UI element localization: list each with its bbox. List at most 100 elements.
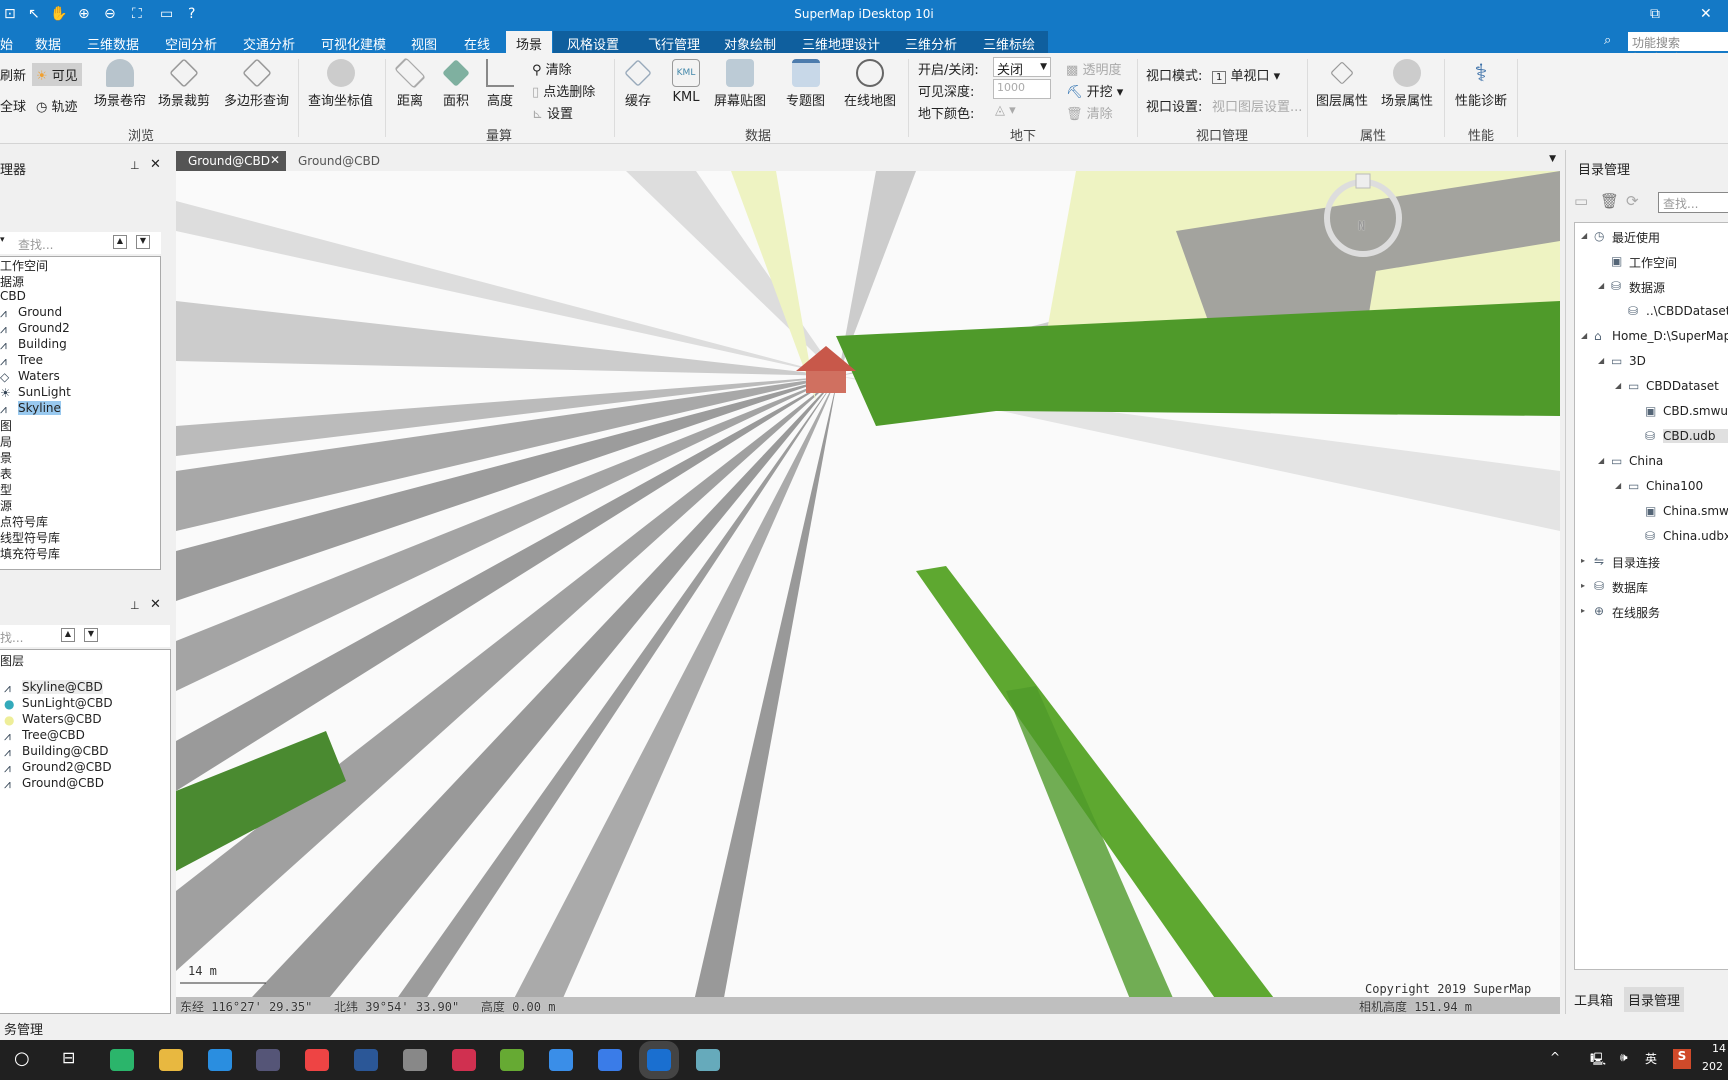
catalog-item[interactable]: China100 <box>1646 479 1703 493</box>
clock-date[interactable]: 202 <box>1702 1060 1723 1073</box>
catalog-item[interactable]: Home_D:\SuperMap\Su <box>1612 329 1728 343</box>
layer-item[interactable]: SunLight@CBD <box>22 696 113 710</box>
scene-properties-button[interactable]: 场景属性 <box>1381 59 1433 109</box>
chevron-up-icon[interactable]: ^ <box>1550 1050 1560 1064</box>
layer-item[interactable]: Ground@CBD <box>22 776 104 790</box>
network-icon[interactable]: 🖳 <box>1590 1050 1606 1071</box>
task-view-icon[interactable]: ⊟ <box>62 1048 75 1067</box>
fill-color-icon[interactable]: ◬ ▾ <box>995 103 1016 118</box>
height-button[interactable]: 高度 <box>486 59 514 109</box>
catalog-item[interactable]: 工作空间 <box>1629 254 1677 271</box>
taskbar-app-app-5-icon[interactable] <box>207 1049 232 1071</box>
catalog-item[interactable]: 最近使用 <box>1612 229 1660 246</box>
tree-item[interactable]: Building <box>18 337 67 351</box>
performance-diagnose-button[interactable]: ⚕ 性能诊断 <box>1455 59 1507 109</box>
search-input[interactable]: 找... <box>0 629 23 646</box>
underground-toggle-select[interactable]: 关闭 ▼ <box>993 57 1051 78</box>
tab-3d-analysis[interactable]: 三维分析 <box>905 34 957 53</box>
tree-item[interactable]: 景 <box>0 449 12 466</box>
transparency-button[interactable]: ▩ 透明度 <box>1066 59 1121 78</box>
kml-button[interactable]: KML KML <box>672 59 700 105</box>
measure-clear-button[interactable]: ⚲ 清除 <box>532 59 572 78</box>
sogou-icon[interactable]: S <box>1673 1049 1691 1069</box>
collapsed-icon[interactable]: ▸ <box>1581 606 1585 615</box>
layer-item[interactable]: Ground2@CBD <box>22 760 112 774</box>
expanded-icon[interactable]: ◢ <box>1615 381 1621 390</box>
area-button[interactable]: 面积 <box>442 59 470 109</box>
tree-item[interactable]: 图 <box>0 417 12 434</box>
taskbar-app-pdf-icon[interactable] <box>451 1049 476 1071</box>
query-coord-button[interactable]: 查询坐标值 <box>308 59 373 109</box>
tree-item[interactable]: 线型符号库 <box>0 529 60 546</box>
trash-icon[interactable]: 🗑 <box>1600 192 1619 210</box>
layer-item[interactable]: Waters@CBD <box>22 712 102 726</box>
tab-data[interactable]: 数据 <box>35 34 61 53</box>
up-arrow-icon[interactable]: ▲ <box>113 235 127 249</box>
depth-input[interactable]: 1000 <box>993 79 1051 99</box>
scene-clip-button[interactable]: 场景裁剪 <box>158 58 210 109</box>
volume-icon[interactable]: 🕪 <box>1620 1050 1628 1065</box>
expanded-icon[interactable]: ◢ <box>1581 331 1587 340</box>
collapsed-icon[interactable]: ▸ <box>1581 581 1585 590</box>
taskbar-app-app-image-icon[interactable] <box>695 1049 720 1071</box>
cache-button[interactable]: 缓存 <box>624 59 652 109</box>
excavate-button[interactable]: ⛏ 开挖 ▾ <box>1066 81 1123 100</box>
catalog-item[interactable]: CBDDataset <box>1646 379 1719 393</box>
tab-draw-object[interactable]: 对象绘制 <box>724 34 776 53</box>
expanded-icon[interactable]: ◢ <box>1581 231 1587 240</box>
catalog-item[interactable]: 数据库 <box>1612 579 1648 596</box>
down-arrow-icon[interactable]: ▼ <box>84 628 98 642</box>
tab-spatial-analysis[interactable]: 空间分析 <box>165 34 217 53</box>
layer-properties-button[interactable]: 图层属性 <box>1316 59 1368 109</box>
catalog-search-input[interactable]: 查找... <box>1658 192 1728 213</box>
collapsed-icon[interactable]: ▸ <box>1581 556 1585 565</box>
expanded-icon[interactable]: ◢ <box>1598 356 1604 365</box>
clock-time[interactable]: 14 <box>1712 1042 1726 1055</box>
layers-root[interactable]: 图层 <box>0 652 24 669</box>
screen-texture-button[interactable]: 屏幕贴图 <box>714 59 766 109</box>
layer-item[interactable]: Building@CBD <box>22 744 109 758</box>
tree-item[interactable]: SunLight <box>18 385 71 399</box>
up-arrow-icon[interactable]: ▲ <box>61 628 75 642</box>
tab-3d-plotting[interactable]: 三维标绘 <box>983 34 1035 53</box>
tree-item[interactable]: 工作空间 <box>0 257 48 274</box>
tab-scene[interactable]: 场景 <box>506 31 553 53</box>
layer-item[interactable]: Skyline@CBD <box>22 680 103 694</box>
tab-3d-geodesign[interactable]: 三维地理设计 <box>802 34 880 53</box>
refresh-icon[interactable]: ⟳ <box>1626 192 1639 210</box>
catalog-item[interactable]: China.smwu <box>1663 504 1728 518</box>
track-button[interactable]: ◷ 轨迹 <box>36 96 78 115</box>
taskbar-app-word-icon[interactable] <box>354 1049 378 1071</box>
expanded-icon[interactable]: ◢ <box>1598 281 1604 290</box>
measure-settings-button[interactable]: ⊾ 设置 <box>532 103 573 122</box>
toolbox-tab[interactable]: 工具箱 <box>1574 990 1613 1009</box>
taskbar-app-chrome-icon[interactable] <box>305 1049 330 1071</box>
refresh-button[interactable]: 刷新 <box>0 65 26 84</box>
catalog-item[interactable]: ..\CBDDataset\C <box>1646 304 1728 318</box>
layer-search[interactable]: 找... ▲ ▼ <box>0 625 170 647</box>
function-search-input[interactable]: 功能搜索(Ctrl+F) <box>1628 32 1728 65</box>
viewport-mode-dropdown[interactable]: 1 单视口 ▾ <box>1212 65 1280 84</box>
tree-item[interactable]: 填充符号库 <box>0 545 60 562</box>
workspace-search[interactable]: ▾ 查找... ▲ ▼ <box>0 232 161 254</box>
tree-item[interactable]: Skyline <box>18 401 61 415</box>
catalog-item[interactable]: 3D <box>1629 354 1646 368</box>
polygon-query-button[interactable]: 多边形查询 <box>224 58 289 109</box>
tab-3d-data[interactable]: 三维数据 <box>87 34 139 53</box>
tab-traffic-analysis[interactable]: 交通分析 <box>243 34 295 53</box>
distance-button[interactable]: 距离 <box>394 57 426 109</box>
close-icon[interactable]: ✕ <box>1700 6 1712 22</box>
tab-flight[interactable]: 飞行管理 <box>648 34 700 53</box>
visible-button[interactable]: ☀ 可见 <box>32 63 82 86</box>
pin-icon[interactable]: ⊥ <box>130 159 140 172</box>
scene-roller-button[interactable]: 场景卷帘 <box>94 59 146 109</box>
thematic-map-button[interactable]: 专题图 <box>786 59 825 109</box>
taskbar-app-feishu-icon[interactable] <box>549 1049 574 1071</box>
taskbar-app-explorer-icon[interactable] <box>158 1049 183 1071</box>
tab-start[interactable]: 始 <box>0 34 13 53</box>
taskbar-app-app-blue-icon[interactable] <box>598 1049 622 1071</box>
catalog-tab[interactable]: 目录管理 <box>1624 987 1685 1012</box>
taskbar-app-idesktop-icon[interactable] <box>638 1041 679 1079</box>
tree-item[interactable]: Ground <box>18 305 62 319</box>
tab-view[interactable]: 视图 <box>411 34 437 53</box>
